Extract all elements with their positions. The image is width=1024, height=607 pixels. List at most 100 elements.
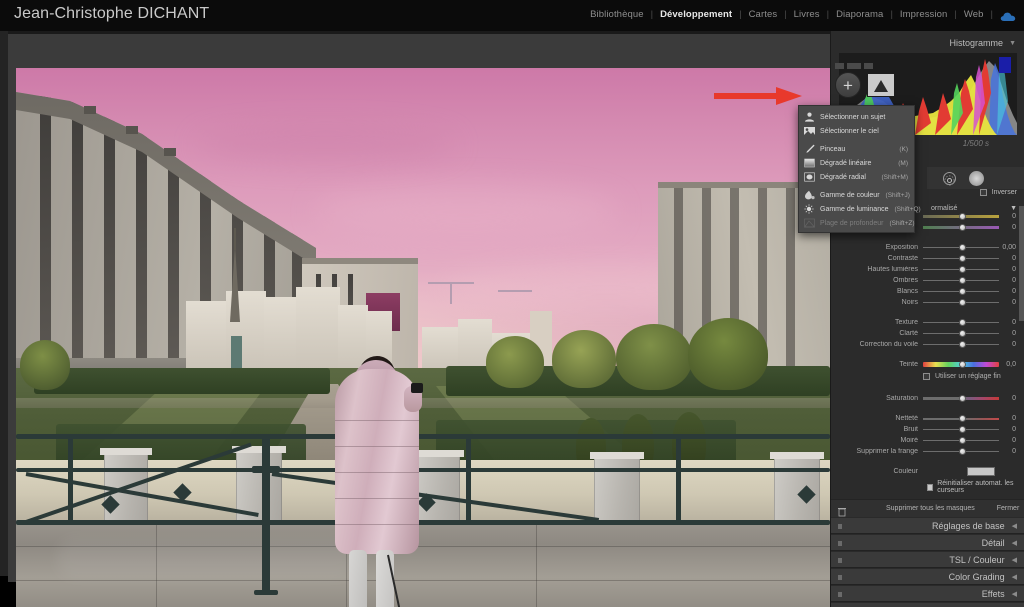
slider-value[interactable]: 0 — [999, 448, 1021, 455]
reset-auto-checkbox[interactable] — [927, 483, 934, 491]
slider-bruit[interactable]: Bruit 0 — [831, 424, 1024, 435]
mask-menu-item-s-lectionner-le-ciel[interactable]: Sélectionner le ciel — [799, 124, 914, 138]
triangle-left-icon[interactable]: ◀ — [1012, 590, 1017, 598]
panel-section-color-grading[interactable]: Color Grading ◀ — [831, 568, 1024, 585]
slider-track[interactable] — [923, 212, 999, 221]
slider-track[interactable] — [923, 287, 999, 296]
mask-mini-tabs[interactable] — [835, 61, 885, 70]
panel-section-tsl-couleur[interactable]: TSL / Couleur ◀ — [831, 551, 1024, 568]
delete-all-masks-button[interactable]: Supprimer tous les masques — [886, 505, 975, 512]
slider-value[interactable]: 0 — [999, 299, 1021, 306]
histogram-header[interactable]: Histogramme ▼ — [831, 36, 1024, 50]
slider-handle[interactable] — [959, 330, 966, 337]
slider-blancs[interactable]: Blancs 0 — [831, 286, 1024, 297]
mask-menu-item-gamme-de-luminance[interactable]: Gamme de luminance (Shift+Q) — [799, 202, 921, 216]
module-biblioth-que[interactable]: Bibliothèque — [583, 9, 651, 20]
slider-track[interactable] — [923, 243, 999, 252]
slider-value[interactable]: 0 — [999, 288, 1021, 295]
slider-track[interactable] — [923, 318, 999, 327]
slider-track[interactable] — [923, 254, 999, 263]
section-enable-switch[interactable] — [837, 523, 843, 530]
slider-value[interactable]: 0 — [999, 266, 1021, 273]
left-panel-edge[interactable] — [0, 31, 8, 576]
slider-value[interactable]: 0 — [999, 213, 1021, 220]
fine-adjust-checkbox[interactable] — [923, 372, 930, 380]
slider-track[interactable] — [923, 298, 999, 307]
reset-auto-row[interactable]: Réinitialiser automat. les curseurs — [927, 479, 1024, 495]
slider-handle[interactable] — [959, 255, 966, 262]
slider-handle[interactable] — [959, 361, 966, 368]
triangle-down-icon[interactable]: ▼ — [1009, 40, 1016, 47]
cloud-sync-icon[interactable] — [1000, 9, 1016, 21]
trash-icon[interactable] — [838, 504, 846, 516]
mask-menu-item-s-lectionner-un-sujet[interactable]: Sélectionner un sujet — [799, 110, 914, 124]
slider-value[interactable]: 0 — [999, 415, 1021, 422]
color-swatch[interactable] — [967, 466, 995, 476]
mini-tab[interactable] — [835, 62, 844, 69]
panel-scrollbar[interactable] — [1019, 206, 1024, 321]
triangle-left-icon[interactable]: ◀ — [1012, 573, 1017, 581]
module-web[interactable]: Web — [957, 9, 991, 20]
triangle-left-icon[interactable]: ◀ — [1012, 522, 1017, 530]
slider-clart[interactable]: Clarté 0 — [831, 328, 1024, 339]
slider-value[interactable]: 0 — [999, 330, 1021, 337]
slider-exposition[interactable]: Exposition 0,00 — [831, 242, 1024, 253]
slider-track[interactable] — [923, 223, 999, 232]
slider-track[interactable] — [923, 447, 999, 456]
slider-value[interactable]: 0 — [999, 395, 1021, 402]
slider-supprimer-la-frange[interactable]: Supprimer la frange 0 — [831, 446, 1024, 457]
slider-texture[interactable]: Texture 0 — [831, 317, 1024, 328]
module-cartes[interactable]: Cartes — [742, 9, 785, 20]
section-enable-switch[interactable] — [837, 557, 843, 564]
mask-type-menu[interactable]: Sélectionner un sujet Sélectionner le cie… — [798, 105, 921, 233]
slider-track[interactable] — [923, 436, 999, 445]
slider-value[interactable]: 0 — [999, 255, 1021, 262]
module-impression[interactable]: Impression — [893, 9, 954, 20]
fine-adjust-row[interactable]: Utiliser un réglage fin — [831, 370, 1024, 382]
slider-value[interactable]: 0,0 — [999, 361, 1021, 368]
couleur-row[interactable]: Couleur — [831, 464, 1024, 478]
slider-handle[interactable] — [959, 244, 966, 251]
slider-saturation[interactable]: Saturation 0 — [831, 393, 1024, 404]
slider-track[interactable] — [923, 360, 999, 369]
slider-handle[interactable] — [959, 415, 966, 422]
panel-section-effets[interactable]: Effets ◀ — [831, 585, 1024, 602]
slider-contraste[interactable]: Contraste 0 — [831, 253, 1024, 264]
slider-track[interactable] — [923, 329, 999, 338]
mini-tab[interactable] — [864, 62, 873, 69]
section-enable-switch[interactable] — [837, 574, 843, 581]
mask-menu-item-gamme-de-couleur[interactable]: Gamme de couleur (Shift+J) — [799, 188, 914, 202]
slider-handle[interactable] — [959, 426, 966, 433]
slider-value[interactable]: 0 — [999, 277, 1021, 284]
slider-handle[interactable] — [959, 299, 966, 306]
mask-menu-item-d-grad-radial[interactable]: Dégradé radial (Shift+M) — [799, 170, 914, 184]
brush-feather-icon[interactable] — [969, 170, 984, 186]
module-d-veloppement[interactable]: Développement — [653, 9, 739, 20]
mask-thumbnail[interactable] — [867, 73, 895, 97]
slider-handle[interactable] — [959, 266, 966, 273]
slider-track[interactable] — [923, 276, 999, 285]
slider-track[interactable] — [923, 265, 999, 274]
slider-value[interactable]: 0 — [999, 319, 1021, 326]
section-enable-switch[interactable] — [837, 540, 843, 547]
mask-menu-item-d-grad-lin-aire[interactable]: Dégradé linéaire (M) — [799, 156, 914, 170]
slider-track[interactable] — [923, 340, 999, 349]
create-mask-button[interactable]: + — [835, 72, 861, 98]
slider-track[interactable] — [923, 425, 999, 434]
triangle-left-icon[interactable]: ◀ — [1012, 539, 1017, 547]
mask-menu-item-pinceau[interactable]: Pinceau (K) — [799, 142, 914, 156]
invert-row[interactable]: Inverser — [927, 185, 1024, 199]
slider-handle[interactable] — [959, 448, 966, 455]
slider-value[interactable]: 0 — [999, 224, 1021, 231]
slider-handle[interactable] — [959, 341, 966, 348]
image-canvas[interactable]: Afficher les épingles d'édition : Auto ⇅… — [8, 34, 830, 607]
slider-moir[interactable]: Moiré 0 — [831, 435, 1024, 446]
slider-correction-du-voile[interactable]: Correction du voile 0 — [831, 339, 1024, 350]
panel-section-d-tail[interactable]: Détail ◀ — [831, 534, 1024, 551]
slider-handle[interactable] — [959, 395, 966, 402]
slider-handle[interactable] — [959, 224, 966, 231]
invert-checkbox[interactable] — [979, 188, 987, 196]
triangle-left-icon[interactable]: ◀ — [1012, 556, 1017, 564]
slider-value[interactable]: 0 — [999, 426, 1021, 433]
slider-handle[interactable] — [959, 277, 966, 284]
